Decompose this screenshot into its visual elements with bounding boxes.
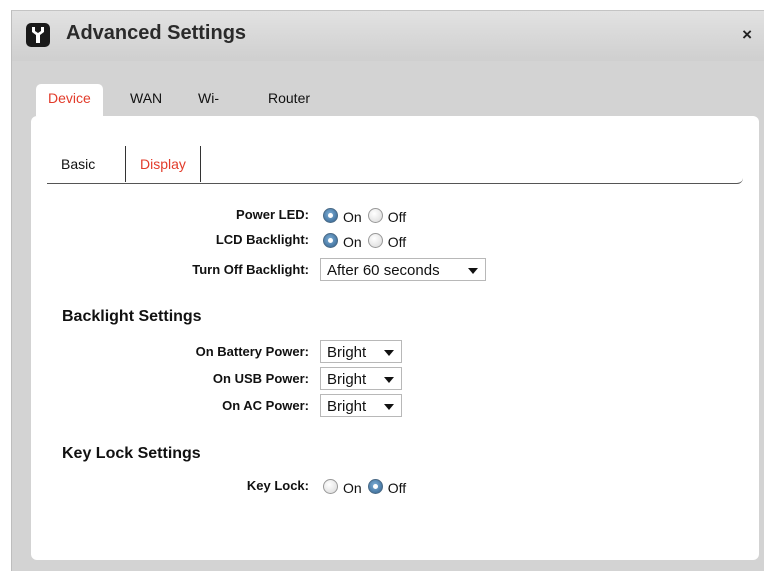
power-led-off-label: Off [387,209,407,225]
usb-power-select[interactable]: Bright [320,367,402,390]
chevron-down-icon [468,268,478,274]
key-lock-settings-heading: Key Lock Settings [62,445,201,462]
tab-router[interactable]: Router [256,84,322,116]
subtab-display[interactable]: Display [125,146,201,182]
battery-power-label: On Battery Power: [195,344,309,359]
close-icon[interactable]: × [742,25,752,45]
turn-off-backlight-select[interactable]: After 60 seconds [320,258,486,281]
tab-device[interactable]: Device [36,84,103,116]
lcd-backlight-off-label: Off [387,234,407,250]
ac-power-select[interactable]: Bright [320,394,402,417]
wrench-icon [26,23,50,47]
turn-off-backlight-label: Turn Off Backlight: [192,262,309,277]
title-bar: Advanced Settings × [12,11,764,61]
subtab-basic[interactable]: Basic [61,146,95,182]
ac-power-label: On AC Power: [222,398,309,413]
lcd-backlight-off-radio[interactable] [367,232,383,248]
usb-power-label: On USB Power: [212,371,309,386]
turn-off-backlight-row: Turn Off Backlight: After 60 seconds [31,258,759,282]
usb-power-row: On USB Power: Bright [31,367,759,391]
battery-power-row: On Battery Power: Bright [31,340,759,364]
key-lock-row: Key Lock: On Off [31,474,759,498]
backlight-settings-heading: Backlight Settings [62,308,202,325]
tab-wan[interactable]: WAN [118,84,174,116]
turn-off-backlight-value: After 60 seconds [327,262,440,279]
lcd-backlight-on-radio[interactable] [323,232,338,248]
power-led-row: Power LED: On Off [31,203,759,227]
tab-wifi[interactable]: Wi-Fi [186,84,231,134]
power-led-label: Power LED: [236,207,309,222]
lcd-backlight-on-label: On [343,234,362,250]
key-lock-on-radio[interactable] [323,478,338,494]
key-lock-off-label: Off [387,480,407,496]
key-lock-on-label: On [343,480,362,496]
ac-power-row: On AC Power: Bright [31,394,759,418]
ac-power-value: Bright [327,398,367,415]
advanced-settings-dialog: Advanced Settings × Device WAN Wi-Fi Rou… [11,10,764,571]
chevron-down-icon [384,404,394,410]
power-led-on-radio[interactable] [323,207,338,223]
subtab-bar: Basic Display [47,146,743,184]
dialog-title: Advanced Settings [66,22,247,44]
battery-power-value: Bright [327,344,367,361]
power-led-on-label: On [343,209,362,225]
chevron-down-icon [384,377,394,383]
power-led-off-radio[interactable] [367,207,383,223]
key-lock-label: Key Lock: [246,478,309,493]
key-lock-off-radio[interactable] [367,478,383,494]
usb-power-value: Bright [327,371,367,388]
chevron-down-icon [384,350,394,356]
lcd-backlight-label: LCD Backlight: [215,232,309,247]
device-panel: Basic Display Power LED: On Off LCD Back… [31,116,759,560]
battery-power-select[interactable]: Bright [320,340,402,363]
lcd-backlight-row: LCD Backlight: On Off [31,228,759,252]
